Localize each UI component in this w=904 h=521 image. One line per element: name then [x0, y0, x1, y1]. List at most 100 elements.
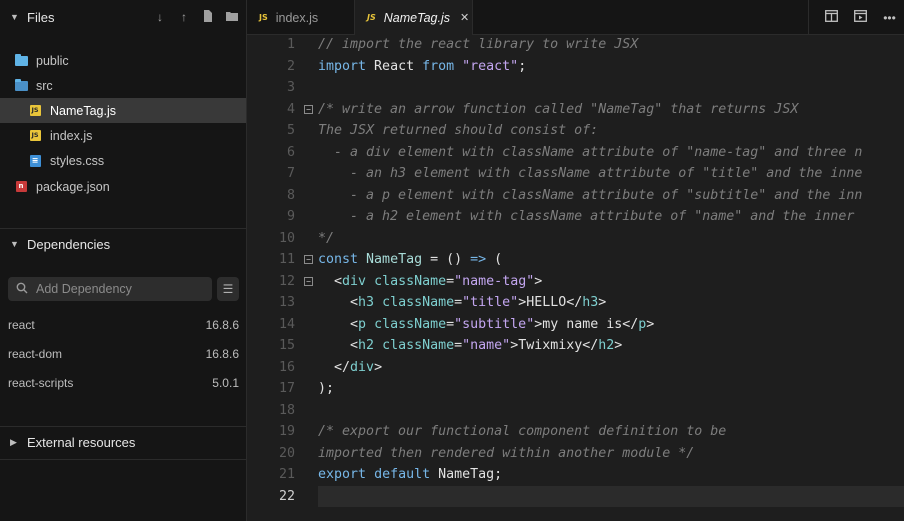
- files-actions: ↓ ↑: [154, 0, 238, 34]
- css-file-icon: ≡: [28, 154, 42, 167]
- tree-item-nametag-js[interactable]: JS NameTag.js: [0, 98, 246, 123]
- code-line[interactable]: */: [318, 228, 334, 250]
- tree-item-label: NameTag.js: [50, 103, 116, 118]
- tree-item-label: index.js: [50, 128, 93, 143]
- fold-toggle-icon[interactable]: −: [304, 255, 313, 264]
- line-number: 3: [286, 80, 295, 95]
- code-line[interactable]: /* write an arrow function called "NameT…: [318, 99, 798, 121]
- dependency-row[interactable]: react 16.8.6: [8, 315, 239, 335]
- close-icon[interactable]: ✕: [460, 11, 469, 24]
- npm-file-icon: n: [14, 181, 28, 193]
- code-line[interactable]: </div>: [318, 357, 382, 379]
- line-number: 22: [278, 488, 295, 504]
- dependency-menu-button[interactable]: ☰: [217, 277, 239, 301]
- dependency-version: 16.8.6: [205, 318, 239, 332]
- code-line[interactable]: - a div element with className attribute…: [318, 142, 862, 164]
- code-line[interactable]: /* export our functional component defin…: [318, 421, 726, 443]
- folder-icon: [14, 53, 28, 67]
- separator: [808, 0, 809, 35]
- external-resources-title: External resources: [27, 434, 136, 450]
- search-icon: [16, 282, 28, 297]
- tab-label: index.js: [275, 10, 319, 25]
- tree-item-package-json[interactable]: n package.json: [0, 174, 246, 199]
- dependency-version: 16.8.6: [205, 347, 239, 361]
- code-line[interactable]: <h3 className="title">HELLO</h3>: [318, 292, 606, 314]
- add-dependency-input[interactable]: Add Dependency: [8, 277, 212, 301]
- line-number: 17: [278, 381, 295, 396]
- dependency-name: react-scripts: [8, 376, 74, 390]
- line-number: 18: [278, 402, 295, 418]
- line-number: 8: [286, 187, 295, 203]
- line-number: 5: [286, 123, 295, 138]
- tab-nametag-js[interactable]: JS NameTag.js ✕: [355, 0, 473, 36]
- dependency-row[interactable]: react-scripts 5.0.1: [8, 373, 239, 393]
- more-icon[interactable]: •••: [875, 11, 904, 25]
- tree-item-label: package.json: [36, 179, 110, 194]
- chevron-down-icon: ▼: [10, 12, 19, 22]
- fold-toggle-icon[interactable]: −: [304, 276, 313, 286]
- dependencies-panel-header[interactable]: ▼ Dependencies: [0, 227, 246, 261]
- dependency-name: react-dom: [8, 347, 63, 361]
- line-number: 4: [286, 101, 295, 117]
- tab-index-js[interactable]: JS index.js: [247, 0, 355, 35]
- dependency-version: 5.0.1: [212, 376, 239, 390]
- divider: [0, 459, 246, 460]
- tree-item-index-js[interactable]: JS index.js: [0, 123, 246, 148]
- chevron-right-icon: ▶: [10, 436, 17, 447]
- code-line[interactable]: imported then rendered within another mo…: [318, 443, 694, 465]
- tree-item-styles-css[interactable]: ≡ styles.css: [0, 148, 246, 173]
- code-line[interactable]: - a h2 element with className attribute …: [318, 206, 854, 228]
- line-number: 10: [278, 230, 295, 246]
- code-line[interactable]: <p className="subtitle">my name is</p>: [318, 314, 654, 336]
- editor-tab-bar: JS index.js JS NameTag.js ✕ •••: [247, 0, 904, 36]
- line-number: 13: [278, 295, 295, 310]
- code-line[interactable]: - an h3 element with className attribute…: [318, 163, 862, 185]
- chevron-down-icon: ▼: [10, 239, 19, 249]
- new-folder-icon[interactable]: [226, 10, 238, 24]
- code-line[interactable]: The JSX returned should consist of:: [318, 120, 598, 142]
- js-file-icon: JS: [367, 13, 376, 22]
- external-resources-panel-header[interactable]: ▶ External resources: [0, 425, 246, 459]
- tab-label: NameTag.js: [383, 10, 450, 25]
- fold-toggle-icon[interactable]: −: [304, 104, 313, 114]
- tree-item-label: public: [36, 53, 69, 68]
- line-number: 6: [286, 144, 295, 160]
- tree-item-public[interactable]: public: [0, 48, 246, 73]
- tree-item-src[interactable]: src: [0, 73, 246, 98]
- add-dependency-placeholder: Add Dependency: [36, 282, 132, 296]
- line-number: 9: [286, 209, 295, 224]
- current-line-highlight: [318, 485, 904, 507]
- dependency-name: react: [8, 318, 35, 332]
- tree-item-label: src: [36, 78, 53, 93]
- code-line[interactable]: );: [318, 378, 334, 400]
- code-line[interactable]: const NameTag = () => (: [318, 249, 502, 271]
- line-number: 15: [278, 338, 295, 353]
- code-editor[interactable]: 1 // import the react library to write JS…: [247, 35, 904, 521]
- code-line[interactable]: export default NameTag;: [318, 464, 502, 486]
- dependency-row[interactable]: react-dom 16.8.6: [8, 344, 239, 364]
- code-line[interactable]: <h2 className="name">Twixmixy</h2>: [318, 335, 622, 357]
- sidebar: ▼ Files ↓ ↑ public src JS NameTag.js JS …: [0, 0, 247, 521]
- js-file-icon: JS: [29, 105, 41, 116]
- line-number: 7: [286, 166, 295, 181]
- code-line[interactable]: <div className="name-tag">: [318, 271, 542, 293]
- line-number: 12: [278, 273, 295, 289]
- line-number: 21: [278, 467, 295, 482]
- preview-icon[interactable]: [846, 10, 875, 25]
- line-number: 20: [278, 445, 295, 461]
- arrow-down-icon[interactable]: ↓: [154, 10, 166, 24]
- line-number: 19: [278, 424, 295, 439]
- line-number: 14: [278, 316, 295, 332]
- line-number: 2: [286, 58, 295, 74]
- code-line[interactable]: - a p element with className attribute o…: [318, 185, 862, 207]
- code-line[interactable]: // import the react library to write JSX: [318, 35, 638, 56]
- code-line[interactable]: import React from "react";: [318, 56, 526, 78]
- dependencies-title: Dependencies: [27, 236, 111, 252]
- files-panel-header[interactable]: ▼ Files ↓ ↑: [0, 0, 246, 34]
- arrow-up-icon[interactable]: ↑: [178, 10, 190, 24]
- new-file-icon[interactable]: [202, 9, 214, 25]
- line-number: 11: [278, 252, 295, 267]
- js-file-icon: JS: [259, 13, 268, 22]
- line-number: 16: [278, 359, 295, 375]
- split-view-icon[interactable]: [817, 10, 846, 25]
